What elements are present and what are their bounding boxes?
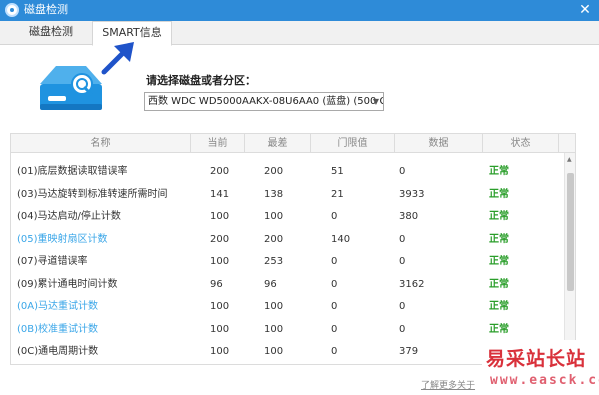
cell-name-link[interactable]: (05)重映射扇区计数 xyxy=(17,229,108,251)
window-title: 磁盘检测 xyxy=(24,3,68,16)
cell-current: 100 xyxy=(210,211,230,222)
cell-threshold: 140 xyxy=(331,233,351,245)
cell-status: 正常 xyxy=(489,301,509,312)
vertical-scrollbar[interactable]: ▲ xyxy=(564,153,575,364)
cell-worst: 200 xyxy=(264,233,284,245)
column-header-name[interactable]: 名称 xyxy=(11,134,191,153)
cell-name: (0C)通电周期计数 xyxy=(17,346,99,357)
cell-name: (09)累计通电时间计数 xyxy=(17,278,118,290)
table-row[interactable]: (05)重映射扇区计数 200 200 140 0 正常 xyxy=(11,229,563,252)
table-row[interactable]: (0C)通电周期计数 100 100 0 379 正常 xyxy=(11,341,563,364)
cell-current: 96 xyxy=(210,278,223,290)
cell-current: 200 xyxy=(210,233,230,245)
cell-name: (07)寻道错误率 xyxy=(17,256,88,267)
table-body: (01)底层数据读取错误率 200 200 51 0 正常 (03)马达旋转到标… xyxy=(11,161,563,364)
disk-select-value: 西数 WDC WD5000AAKX-08U6AA0 (蓝盘) (500 GB) xyxy=(148,96,384,107)
cell-name-link[interactable]: (0A)马达重试计数 xyxy=(17,296,98,318)
learn-more-link[interactable]: 了解更多关于 xyxy=(421,378,475,391)
cell-raw: 0 xyxy=(399,256,406,267)
cell-current: 100 xyxy=(210,301,230,312)
table-row[interactable]: (07)寻道错误率 100 253 0 0 正常 xyxy=(11,251,563,274)
cell-worst: 253 xyxy=(264,256,284,267)
cell-current: 141 xyxy=(210,188,230,200)
column-header-worst[interactable]: 最差 xyxy=(245,134,311,153)
cell-name-link[interactable]: (0B)校准重试计数 xyxy=(17,319,98,341)
cell-worst: 200 xyxy=(264,166,284,177)
cell-name: (04)马达启动/停止计数 xyxy=(17,211,121,222)
cell-status: 正常 xyxy=(489,211,509,222)
hard-disk-icon xyxy=(40,66,102,110)
table-row[interactable]: (09)累计通电时间计数 96 96 0 3162 正常 xyxy=(11,274,563,297)
app-logo-icon xyxy=(5,3,19,17)
cell-threshold: 0 xyxy=(331,346,338,357)
cell-current: 200 xyxy=(210,166,230,177)
cell-raw: 0 xyxy=(399,233,406,245)
table-row[interactable]: (0B)校准重试计数 100 100 0 0 正常 xyxy=(11,319,563,342)
table-row[interactable]: (04)马达启动/停止计数 100 100 0 380 正常 xyxy=(11,206,563,229)
cell-worst: 100 xyxy=(264,346,284,357)
smart-table: 名称 当前 最差 门限值 数据 状态 (01)底层数据读取错误率 200 200… xyxy=(10,133,576,365)
cell-worst: 96 xyxy=(264,278,277,290)
pointer-arrow-icon xyxy=(101,42,134,75)
cell-threshold: 51 xyxy=(331,166,344,177)
cell-current: 100 xyxy=(210,323,230,335)
cell-threshold: 0 xyxy=(331,323,338,335)
cell-name: (03)马达旋转到标准转速所需时间 xyxy=(17,188,168,200)
cell-status: 正常 xyxy=(489,166,509,177)
tab-bar: 磁盘检测 SMART信息 xyxy=(0,21,599,46)
cell-threshold: 0 xyxy=(331,278,338,290)
chevron-down-icon: ▼ xyxy=(372,97,379,106)
table-row[interactable]: (0A)马达重试计数 100 100 0 0 正常 xyxy=(11,296,563,319)
cell-raw: 0 xyxy=(399,323,406,335)
watermark: 易采站长站 www.easck.com xyxy=(482,340,599,395)
watermark-url: www.easck.com xyxy=(490,373,599,388)
column-header-raw[interactable]: 数据 xyxy=(395,134,483,153)
cell-raw: 3162 xyxy=(399,278,425,290)
disk-select-label: 请选择磁盘或者分区： xyxy=(146,74,256,87)
tab-disk-check[interactable]: 磁盘检测 xyxy=(14,21,88,45)
table-row[interactable]: (01)底层数据读取错误率 200 200 51 0 正常 xyxy=(11,161,563,184)
cell-raw: 3933 xyxy=(399,188,425,200)
cell-threshold: 0 xyxy=(331,256,338,267)
cell-current: 100 xyxy=(210,256,230,267)
column-header-threshold[interactable]: 门限值 xyxy=(311,134,395,153)
column-header-status[interactable]: 状态 xyxy=(483,134,559,153)
table-header: 名称 当前 最差 门限值 数据 状态 xyxy=(11,134,575,153)
cell-worst: 100 xyxy=(264,301,284,312)
cell-name: (01)底层数据读取错误率 xyxy=(17,166,128,177)
cell-raw: 379 xyxy=(399,346,419,357)
disk-select-dropdown[interactable]: 西数 WDC WD5000AAKX-08U6AA0 (蓝盘) (500 GB) … xyxy=(144,92,384,111)
cell-worst: 100 xyxy=(264,323,284,335)
scroll-up-icon[interactable]: ▲ xyxy=(567,156,572,163)
cell-threshold: 21 xyxy=(331,188,344,200)
cell-status: 正常 xyxy=(489,278,509,290)
scrollbar-thumb[interactable] xyxy=(567,173,574,291)
cell-current: 100 xyxy=(210,346,230,357)
table-row[interactable]: (03)马达旋转到标准转速所需时间 141 138 21 3933 正常 xyxy=(11,184,563,207)
cell-threshold: 0 xyxy=(331,301,338,312)
title-bar: 磁盘检测 ✕ xyxy=(0,0,599,21)
cell-raw: 0 xyxy=(399,301,406,312)
cell-status: 正常 xyxy=(489,323,509,335)
column-header-current[interactable]: 当前 xyxy=(191,134,245,153)
cell-worst: 138 xyxy=(264,188,284,200)
watermark-text: 易采站长站 xyxy=(486,348,587,370)
cell-threshold: 0 xyxy=(331,211,338,222)
cell-status: 正常 xyxy=(489,188,509,200)
cell-status: 正常 xyxy=(489,256,509,267)
cell-raw: 0 xyxy=(399,166,406,177)
close-icon[interactable]: ✕ xyxy=(577,1,593,19)
cell-status: 正常 xyxy=(489,233,509,245)
cell-raw: 380 xyxy=(399,211,419,222)
cell-worst: 100 xyxy=(264,211,284,222)
